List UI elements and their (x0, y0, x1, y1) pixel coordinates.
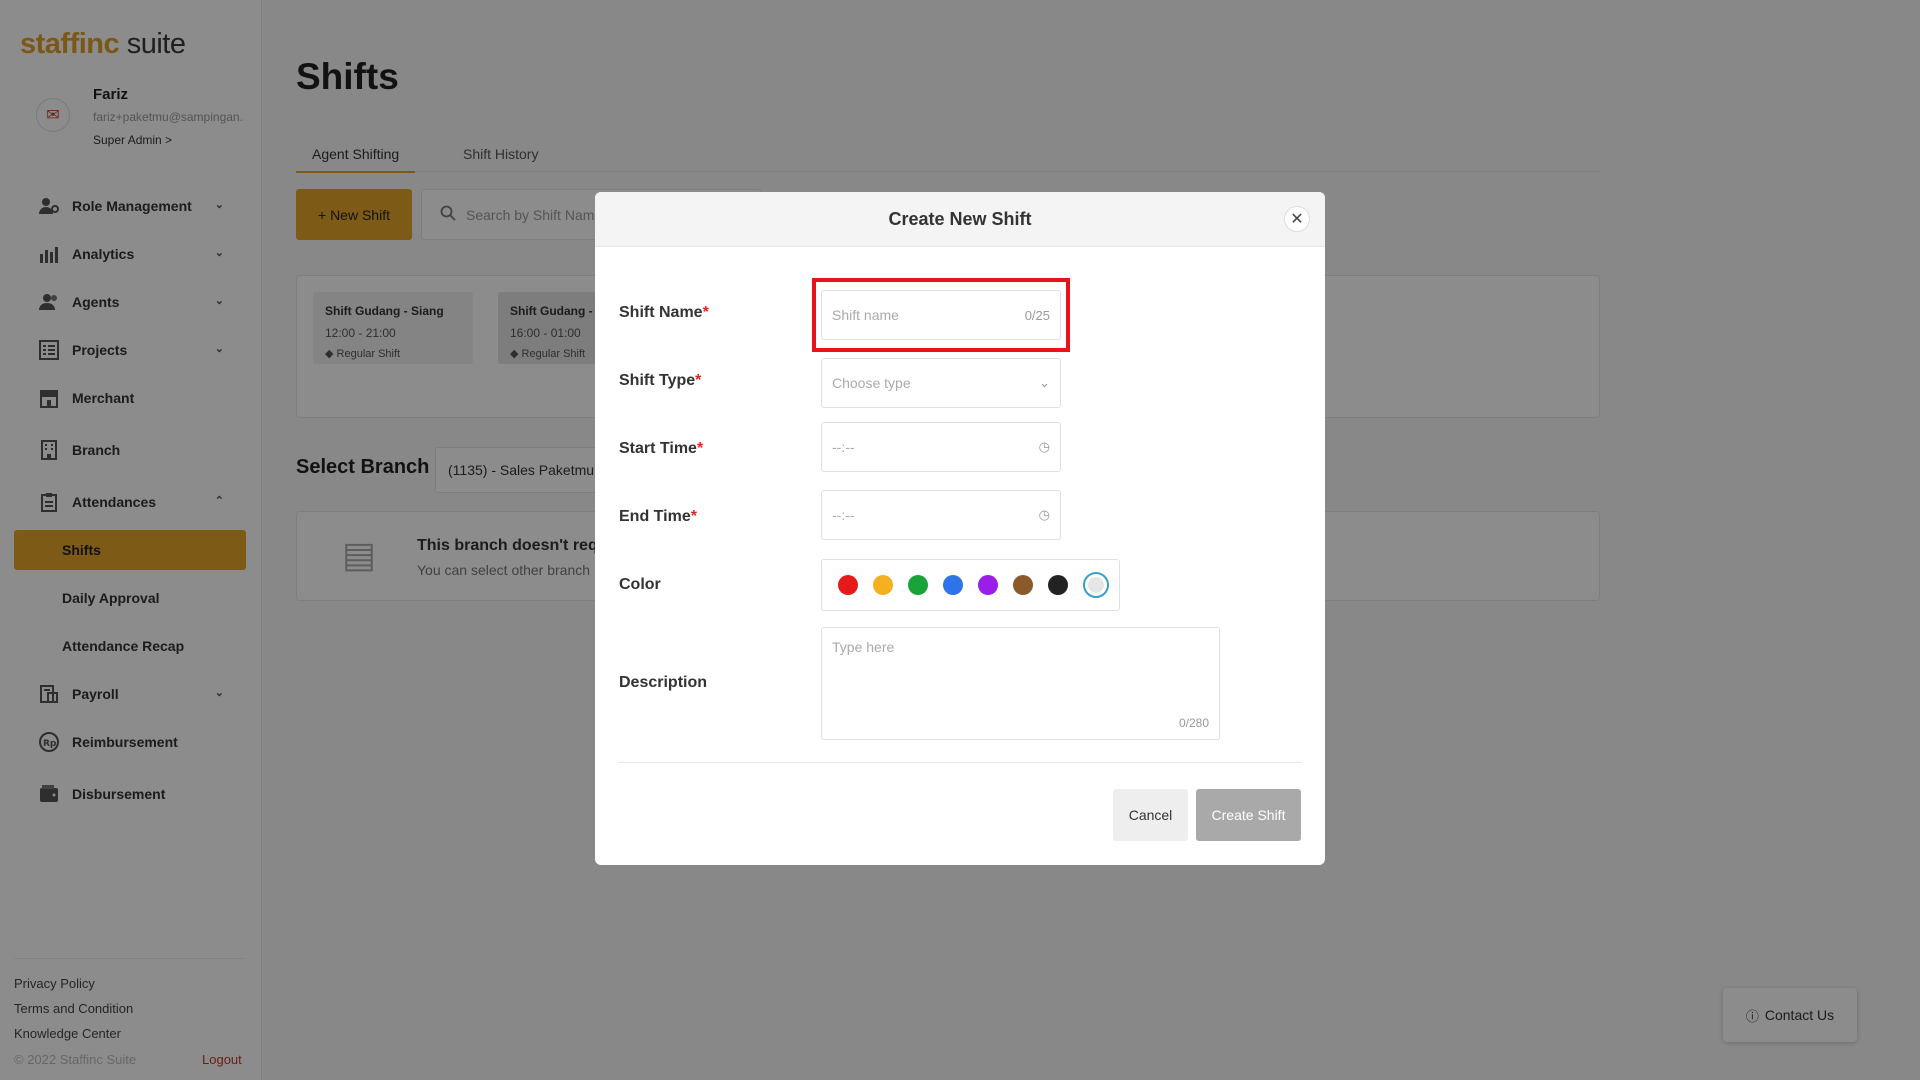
shift-type-select[interactable]: Choose type ⌄ (821, 358, 1061, 408)
color-swatch[interactable] (908, 575, 928, 595)
color-swatch[interactable] (943, 575, 963, 595)
shift-name-label: Shift Name* (619, 304, 709, 322)
color-swatch[interactable] (873, 575, 893, 595)
close-button[interactable]: ✕ (1284, 206, 1310, 232)
required-mark: * (702, 304, 709, 321)
end-time-label-text: End Time (619, 508, 691, 525)
description-label: Description (619, 674, 708, 691)
end-time-label: End Time* (619, 508, 697, 526)
highlight-box (812, 278, 1070, 352)
clock-icon: ◷ (1038, 507, 1050, 522)
end-time-input[interactable]: --:-- ◷ (821, 490, 1061, 540)
cancel-button[interactable]: Cancel (1113, 789, 1188, 841)
color-picker (821, 559, 1120, 611)
color-swatch[interactable] (838, 575, 858, 595)
start-time-label-text: Start Time (619, 440, 697, 457)
start-time-input[interactable]: --:-- ◷ (821, 422, 1061, 472)
start-time-placeholder: --:-- (832, 439, 855, 455)
clock-icon: ◷ (1038, 439, 1050, 454)
description-counter: 0/280 (1178, 716, 1209, 730)
modal-title: Create New Shift (888, 209, 1032, 229)
end-time-placeholder: --:-- (832, 507, 855, 523)
color-label: Color (619, 576, 661, 593)
description-placeholder: Type here (832, 639, 895, 655)
required-mark: * (690, 508, 697, 525)
color-swatch[interactable] (1013, 575, 1033, 595)
shift-name-label-text: Shift Name (619, 304, 703, 321)
create-shift-button[interactable]: Create Shift (1196, 789, 1301, 841)
shift-type-label-text: Shift Type (619, 372, 696, 389)
color-swatch[interactable] (1048, 575, 1068, 595)
shift-type-placeholder: Choose type (832, 375, 911, 391)
required-mark: * (696, 440, 704, 457)
divider (619, 762, 1301, 763)
color-swatch[interactable] (1083, 572, 1109, 598)
create-shift-modal: Create New Shift ✕ Shift Name* Shift nam… (595, 192, 1325, 865)
shift-type-label: Shift Type* (619, 372, 701, 390)
chevron-down-icon: ⌄ (1039, 375, 1050, 390)
start-time-label: Start Time* (619, 440, 703, 458)
close-icon: ✕ (1290, 211, 1304, 228)
color-swatch[interactable] (978, 575, 998, 595)
description-textarea[interactable]: Type here 0/280 (821, 627, 1220, 740)
required-mark: * (695, 372, 702, 389)
modal-header: Create New Shift ✕ (595, 192, 1325, 247)
